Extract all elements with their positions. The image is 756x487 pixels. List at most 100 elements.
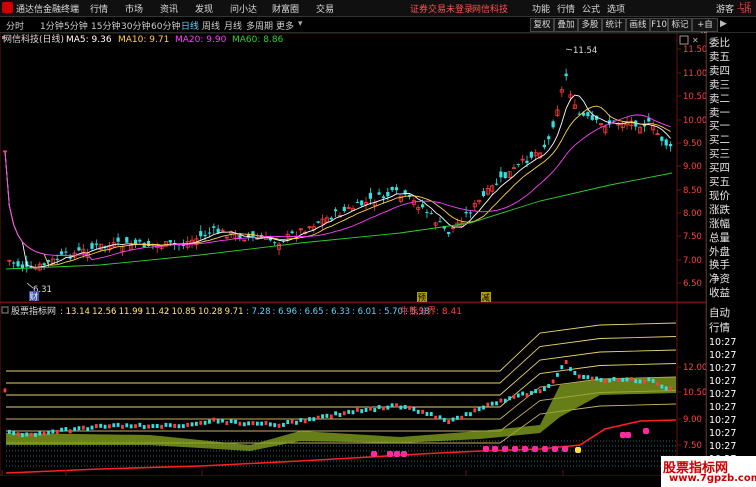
period-tab-monthly[interactable]: 月线: [224, 19, 242, 32]
tick-time: 10:27: [709, 389, 737, 400]
menu-bar: 通达信金融终端 行情 市场 资讯 发现 问小达 财富圈 交易 证券交易未登录 网…: [0, 0, 756, 17]
order-row-label: 卖一: [709, 106, 730, 119]
indicator-value: : 6.96: [273, 307, 298, 317]
tick-time: 10:27: [709, 350, 737, 361]
main-axis-tick: 10.50: [683, 92, 706, 102]
indicator-value: : 6.65: [299, 307, 324, 317]
watermark-logo: 股票指标网 www.7gpzb.com: [661, 456, 756, 487]
period-tab-1min[interactable]: 1分钟: [40, 19, 64, 32]
more-chevron-icon[interactable]: ▾: [298, 19, 303, 29]
menu-wealth[interactable]: 财富圈: [272, 2, 299, 15]
menu-functions[interactable]: 功能: [532, 2, 550, 15]
tick-time: 10:27: [709, 376, 737, 387]
indicator-value: : 10.28: [193, 307, 223, 317]
ma60-legend: MA60: 8.86: [232, 35, 284, 45]
ma5-legend: MA5: 9.36: [66, 35, 112, 45]
mark-button[interactable]: 标记: [668, 18, 692, 32]
order-book-panel: 上证 SHI 委比 卖五 卖四 卖三 卖二 卖一 买一 买二 买三 买四 买五 现价 涨跌 涨幅 总量 外盘换…: [706, 2, 756, 476]
order-row-label: 现价: [709, 189, 730, 202]
period-tab-60min[interactable]: 60分钟: [151, 19, 180, 32]
financial-report-badge-label: 财: [30, 292, 39, 303]
statistics-button[interactable]: 统计: [602, 18, 626, 32]
chart-close-icon[interactable]: ✕: [692, 36, 699, 45]
period-tab-30min[interactable]: 30分钟: [121, 19, 150, 32]
order-row-label: 总量: [709, 231, 730, 244]
indicator-value: : 11.99: [113, 307, 143, 317]
ma20-legend: MA20: 9.90: [175, 35, 227, 45]
tick-time: 10:27: [709, 363, 737, 374]
tick-time: 10:27: [709, 428, 737, 439]
login-notice[interactable]: 证券交易未登录: [410, 2, 473, 15]
sub-axis-tick: 12.00: [683, 363, 706, 373]
tick-time: 10:27: [709, 415, 737, 426]
order-row-label: 卖二: [709, 92, 730, 105]
tick-time: 10:27: [709, 402, 737, 413]
order-row-label: 买一: [709, 120, 730, 133]
menu-news[interactable]: 资讯: [160, 2, 178, 15]
period-tab-intraday[interactable]: 分时: [6, 19, 24, 32]
order-row-label: 涨跌: [709, 203, 730, 216]
chart-area[interactable]: 网信科技(日线) MA5: 9.36 MA10: 9.71 MA20: 9.90…: [0, 33, 706, 476]
menu-ask[interactable]: 问小达: [230, 2, 257, 15]
main-chart-title: 网信科技(日线): [3, 33, 64, 45]
indicator-title: 股票指标网: [11, 305, 56, 317]
indicator-value: : 10.85: [166, 307, 196, 317]
period-tab-5min[interactable]: 5分钟: [64, 19, 88, 32]
indicator-value: : 6.01: [352, 307, 377, 317]
period-tab-15min[interactable]: 15分钟: [91, 19, 120, 32]
main-axis-tick: 8.00: [683, 209, 702, 219]
app-logo-icon: [2, 2, 13, 13]
forecast-badge-label: 预: [418, 293, 427, 304]
menu-discover[interactable]: 发现: [195, 2, 213, 15]
expand-panel-icon[interactable]: ▶: [720, 19, 727, 29]
multi-stock-button[interactable]: 多股: [578, 18, 602, 32]
market-label[interactable]: 行情: [709, 320, 730, 335]
order-row-label: 卖五: [709, 50, 730, 63]
menu-options[interactable]: 选项: [607, 2, 625, 15]
main-axis-tick: 7.00: [683, 256, 702, 266]
period-tab-weekly[interactable]: 周线: [202, 19, 220, 32]
main-axis-tick: 11.00: [683, 69, 706, 79]
tick-time: 10:27: [709, 337, 737, 348]
menu-quotes[interactable]: 行情: [90, 2, 108, 15]
main-axis-tick: 6.50: [683, 279, 702, 289]
period-tab-daily[interactable]: 日线: [181, 19, 199, 32]
sub-axis-tick: 7.50: [683, 441, 702, 451]
indicator-value: : 9.71: [219, 307, 244, 317]
sub-axis-tick: 10.50: [683, 388, 706, 398]
indicator-value: : 7.28: [246, 307, 271, 317]
menu-quotes-right[interactable]: 行情: [557, 2, 575, 15]
draw-line-button[interactable]: 画线: [626, 18, 650, 32]
menu-trade[interactable]: 交易: [316, 2, 334, 15]
main-axis-tick: 10.00: [683, 116, 706, 126]
tick-time: 10:27: [709, 441, 737, 452]
user-label[interactable]: 游客: [716, 2, 734, 15]
auto-label[interactable]: 自动: [709, 305, 730, 320]
period-tab-more[interactable]: 更多: [276, 19, 294, 32]
overlay-button[interactable]: 叠加: [554, 18, 578, 32]
index-header-bottom: SHI: [741, 8, 752, 15]
order-row-label: 涨幅: [709, 217, 730, 230]
menu-market[interactable]: 市场: [125, 2, 143, 15]
order-row-label: 买二: [709, 134, 730, 147]
period-tab-multi[interactable]: 多周期: [246, 19, 273, 32]
order-row-label: 买四: [709, 162, 730, 175]
main-chart-frame: [0, 33, 706, 303]
main-axis-tick: 11.50: [683, 45, 706, 55]
reduction-badge-label: 减: [482, 293, 491, 304]
order-row-label: 收益: [709, 287, 730, 300]
indicator-value: : 13.14: [60, 307, 90, 317]
app-title: 通达信金融终端: [16, 5, 80, 15]
f10-button[interactable]: F10: [650, 18, 668, 32]
menu-formula[interactable]: 公式: [582, 2, 600, 15]
main-axis-tick: 9.00: [683, 162, 702, 172]
sub-axis-tick: 9.00: [683, 415, 702, 425]
high-price-label: 11.54: [573, 46, 597, 56]
main-axis-tick: 8.50: [683, 186, 702, 196]
watermark-url: www.7gpzb.com: [669, 473, 756, 484]
period-toolbar: 分时 1分钟 5分钟 15分钟 30分钟 60分钟 日线 周线 月线 多周期 更…: [0, 17, 756, 42]
add-favorite-button[interactable]: +自选: [692, 18, 718, 42]
indicator-value: : 6.33: [326, 307, 351, 317]
adjust-button[interactable]: 复权: [530, 18, 554, 32]
order-row-label: 外盘: [709, 245, 730, 258]
